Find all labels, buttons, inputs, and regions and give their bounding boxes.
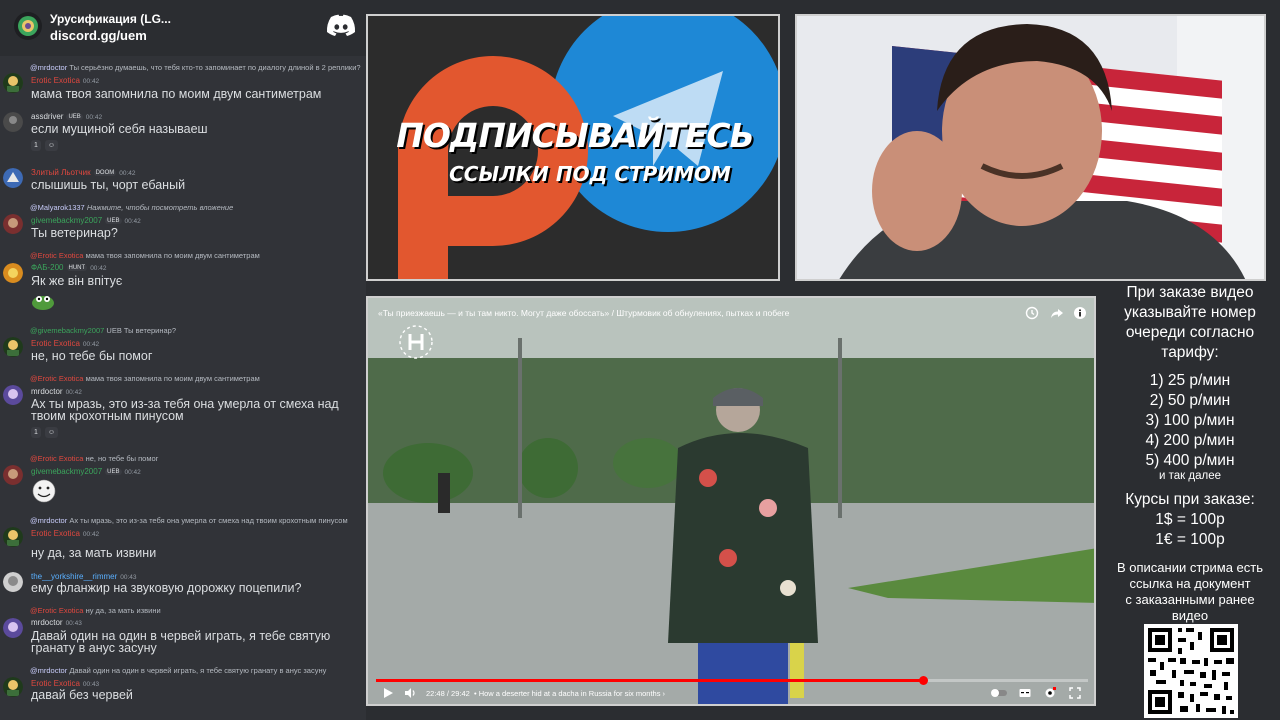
reactions[interactable]: 1 ☺ xyxy=(31,426,59,438)
description-note: видео xyxy=(1171,608,1209,623)
promo-title: ПОДПИСЫВАЙТЕСЬ xyxy=(396,116,754,155)
promo-subtitle: ССЫЛКИ ПОД СТРИМОМ xyxy=(449,162,731,186)
chapter-title[interactable]: • How a deserter hid at a dacha in Russi… xyxy=(474,689,665,698)
reply-preview[interactable]: @Erotic Exotica мама твоя запомнила по м… xyxy=(30,251,364,260)
username[interactable]: Erotic Exotica 00:42 xyxy=(31,76,99,85)
avatar[interactable] xyxy=(3,168,23,188)
watch-later-icon[interactable] xyxy=(1025,306,1039,320)
rates-title: Курсы при заказе: xyxy=(1125,491,1255,508)
avatar[interactable] xyxy=(3,572,23,592)
time-display: 22:48 / 29:42 xyxy=(426,689,470,698)
fullscreen-icon[interactable] xyxy=(1069,687,1081,699)
reply-preview[interactable]: @mrdoctor Ты серьёзно думаешь, что тебя … xyxy=(30,63,364,72)
reply-preview[interactable]: @Malyarok1337 Нажмите, чтобы посмотреть … xyxy=(30,203,364,212)
rate-usd: 1$ = 100р xyxy=(1155,511,1225,528)
youtube-player[interactable]: «Ты приезжаешь — и ты там никто. Могут д… xyxy=(366,296,1096,706)
subtitles-icon[interactable] xyxy=(1019,687,1031,699)
username[interactable]: Злитый Льотчик DOOM 00:42 xyxy=(31,168,136,177)
message-text: Ты ветеринар? xyxy=(31,226,118,240)
info-line: тарифу: xyxy=(1161,344,1219,361)
username[interactable]: givemebackmy2007 UEB 00:42 xyxy=(31,467,141,476)
rate-eur: 1€ = 100р xyxy=(1155,531,1225,548)
progress-scrubber[interactable] xyxy=(918,676,928,685)
video-title[interactable]: «Ты приезжаешь — и ты там никто. Могут д… xyxy=(378,308,789,318)
pepe-sticker-icon xyxy=(32,296,54,310)
chat-header: Урусификация (LG... discord.gg/uem xyxy=(0,0,366,56)
avatar[interactable] xyxy=(3,465,23,485)
message-text: ему фланжир на звуковую дорожку поцепили… xyxy=(31,581,302,595)
description-note: с заказанными ранее xyxy=(1125,592,1255,607)
message-text: не, но тебе бы помог xyxy=(31,349,153,363)
avatar[interactable] xyxy=(3,73,23,93)
username[interactable]: givemebackmy2007 UEB 00:42 xyxy=(31,216,141,225)
reply-preview[interactable]: @Erotic Exotica мама твоя запомнила по м… xyxy=(30,374,364,383)
server-invite-link[interactable]: discord.gg/uem xyxy=(50,28,147,43)
reply-preview[interactable]: @Erotic Exotica ну да, за мать извини xyxy=(30,606,364,615)
message-text: ну да, за мать извини xyxy=(31,546,157,560)
message-text: Як же він впітує xyxy=(31,274,123,288)
progress-bar[interactable] xyxy=(376,676,1088,685)
description-note: ссылка на документ xyxy=(1129,576,1251,591)
avatar[interactable] xyxy=(3,263,23,283)
webcam-feed xyxy=(795,14,1266,281)
description-note: В описании стрима есть xyxy=(1116,560,1264,575)
username[interactable]: Erotic Exotica 00:43 xyxy=(31,679,99,688)
video-frame-icon xyxy=(368,298,1094,704)
webcam-scene-icon xyxy=(797,16,1264,279)
reactions[interactable]: 1 ☺ xyxy=(31,139,59,151)
add-reaction-icon: ☺ xyxy=(44,139,59,151)
username[interactable]: mrdoctor 00:42 xyxy=(31,387,82,396)
message-text: если мущиной себя называеш xyxy=(31,122,208,136)
reply-preview[interactable]: @givemebackmy2007 UEB Ты ветеринар? xyxy=(30,326,364,335)
discord-chat-panel: Урусификация (LG... discord.gg/uem @mrdo… xyxy=(0,0,366,720)
avatar[interactable] xyxy=(3,677,23,697)
username[interactable]: mrdoctor 00:43 xyxy=(31,618,82,627)
info-line: При заказе видео xyxy=(1126,284,1254,301)
price-tier: 2) 50 р/мин xyxy=(1149,392,1231,409)
username[interactable]: assdriver UEB 00:42 xyxy=(31,112,102,121)
price-tier: 5) 400 р/мин xyxy=(1145,452,1235,469)
discord-logo-icon xyxy=(326,14,356,36)
add-reaction-icon: ☺ xyxy=(44,426,59,438)
autoplay-toggle-icon[interactable] xyxy=(991,687,1007,699)
avatar[interactable] xyxy=(3,618,23,638)
server-icon[interactable] xyxy=(14,12,42,40)
meme-face-sticker-icon xyxy=(32,479,56,503)
message-text: давай без червей xyxy=(31,688,133,702)
username[interactable]: the__yorkshire__rimmer 00:43 xyxy=(31,572,137,581)
avatar[interactable] xyxy=(3,337,23,357)
message-text-continued: твоим крохотным пинусом xyxy=(31,409,184,423)
server-title: Урусификация (LG... xyxy=(50,12,171,26)
avatar[interactable] xyxy=(3,112,23,132)
price-tier: 4) 200 р/мин xyxy=(1145,432,1235,449)
settings-gear-icon[interactable] xyxy=(1044,687,1056,699)
avatar[interactable] xyxy=(3,214,23,234)
channel-logo-icon xyxy=(399,325,433,359)
play-icon[interactable] xyxy=(382,687,394,699)
qr-code-icon[interactable] xyxy=(1144,624,1238,718)
username[interactable]: ФАБ-200 HUNT 00:42 xyxy=(31,263,106,272)
username[interactable]: Erotic Exotica 00:42 xyxy=(31,339,99,348)
stream-layout: Урусификация (LG... discord.gg/uem @mrdo… xyxy=(0,0,1280,720)
username[interactable]: Erotic Exotica 00:42 xyxy=(31,529,99,538)
volume-icon[interactable] xyxy=(404,687,416,699)
reply-preview[interactable]: @Erotic Exotica не, но тебе бы помог xyxy=(30,454,364,463)
share-icon[interactable] xyxy=(1050,306,1064,320)
reply-preview[interactable]: @mrdoctor Давай один на один в червей иг… xyxy=(30,666,364,675)
info-line: очереди согласно xyxy=(1125,324,1255,341)
price-tier: 1) 25 р/мин xyxy=(1149,372,1231,389)
progress-bar-fill xyxy=(376,679,923,682)
message-text: слышишь ты, чорт ебаный xyxy=(31,178,186,192)
reply-preview[interactable]: @mrdoctor Ах ты мразь, это из-за тебя он… xyxy=(30,516,364,525)
price-etc: и так далее xyxy=(1159,470,1221,482)
subscribe-banner: ПОДПИСЫВАЙТЕСЬ ССЫЛКИ ПОД СТРИМОМ xyxy=(366,14,780,281)
message-text-continued: гранату в анус засуну xyxy=(31,641,157,655)
message-text: мама твоя запомнила по моим двум сантиме… xyxy=(31,87,322,101)
info-line: указывайте номер xyxy=(1124,304,1256,321)
info-icon[interactable] xyxy=(1073,306,1087,320)
avatar[interactable] xyxy=(3,385,23,405)
avatar[interactable] xyxy=(3,527,23,547)
price-tier: 3) 100 р/мин xyxy=(1145,412,1235,429)
